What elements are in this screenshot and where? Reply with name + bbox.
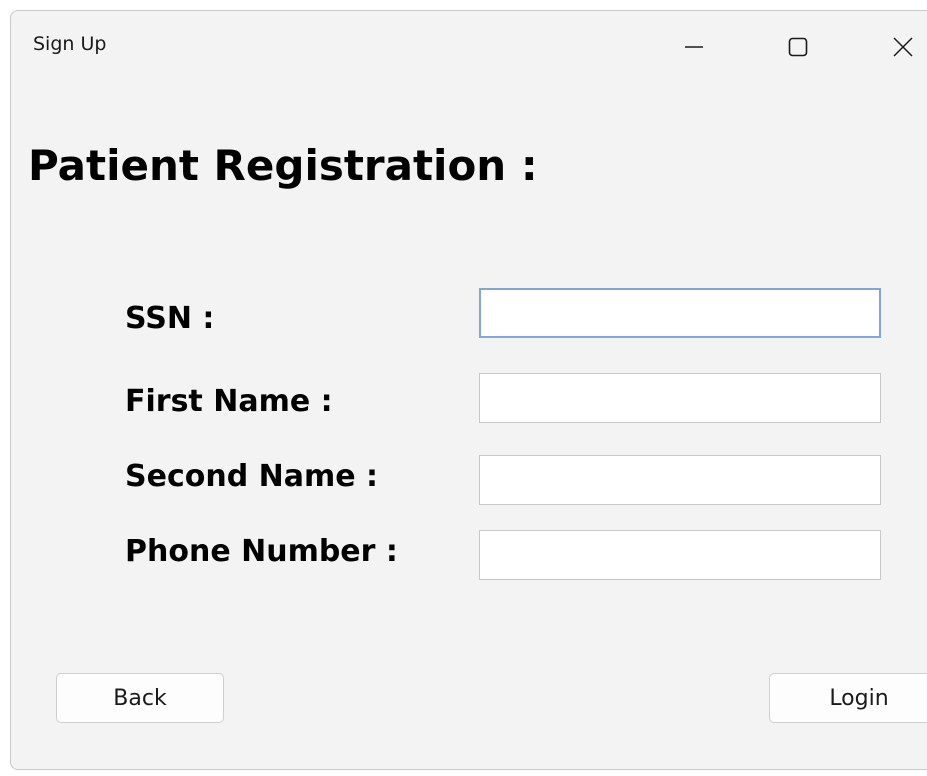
window-title: Sign Up [33, 33, 107, 55]
maximize-icon [788, 37, 808, 57]
first-name-label: First Name : [125, 384, 333, 419]
second-name-label: Second Name : [125, 459, 379, 494]
back-button[interactable]: Back [56, 673, 224, 723]
second-name-input[interactable] [479, 455, 881, 505]
page-title: Patient Registration : [28, 141, 538, 190]
phone-number-input[interactable] [479, 530, 881, 580]
phone-number-label: Phone Number : [125, 534, 398, 569]
title-bar[interactable]: Sign Up [11, 11, 927, 77]
login-button[interactable]: Login [769, 673, 927, 723]
first-name-input[interactable] [479, 373, 881, 423]
sign-up-window: Sign Up Patient Registration : SSN : Fir… [10, 10, 927, 770]
close-button[interactable] [875, 19, 927, 75]
ssn-label: SSN : [125, 301, 215, 336]
close-icon [893, 37, 913, 57]
minimize-icon [684, 37, 704, 57]
ssn-input[interactable] [479, 288, 881, 338]
maximize-button[interactable] [770, 19, 826, 75]
minimize-button[interactable] [666, 19, 722, 75]
